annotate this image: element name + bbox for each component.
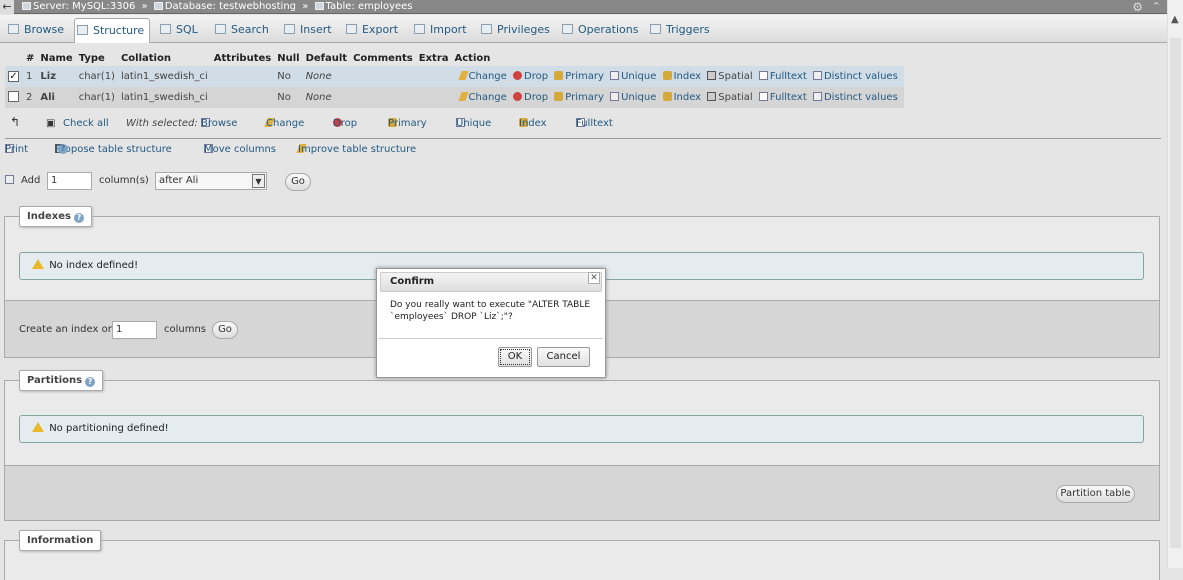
dialog-title: Confirm xyxy=(380,272,602,292)
cancel-button[interactable]: Cancel xyxy=(537,347,590,367)
dialog-message: Do you really want to execute "ALTER TAB… xyxy=(390,300,591,322)
confirm-dialog: Confirm ✕ Do you really want to execute … xyxy=(376,268,606,378)
close-icon[interactable]: ✕ xyxy=(588,272,600,284)
ok-button[interactable]: OK xyxy=(498,347,532,367)
dialog-divider xyxy=(379,338,603,339)
